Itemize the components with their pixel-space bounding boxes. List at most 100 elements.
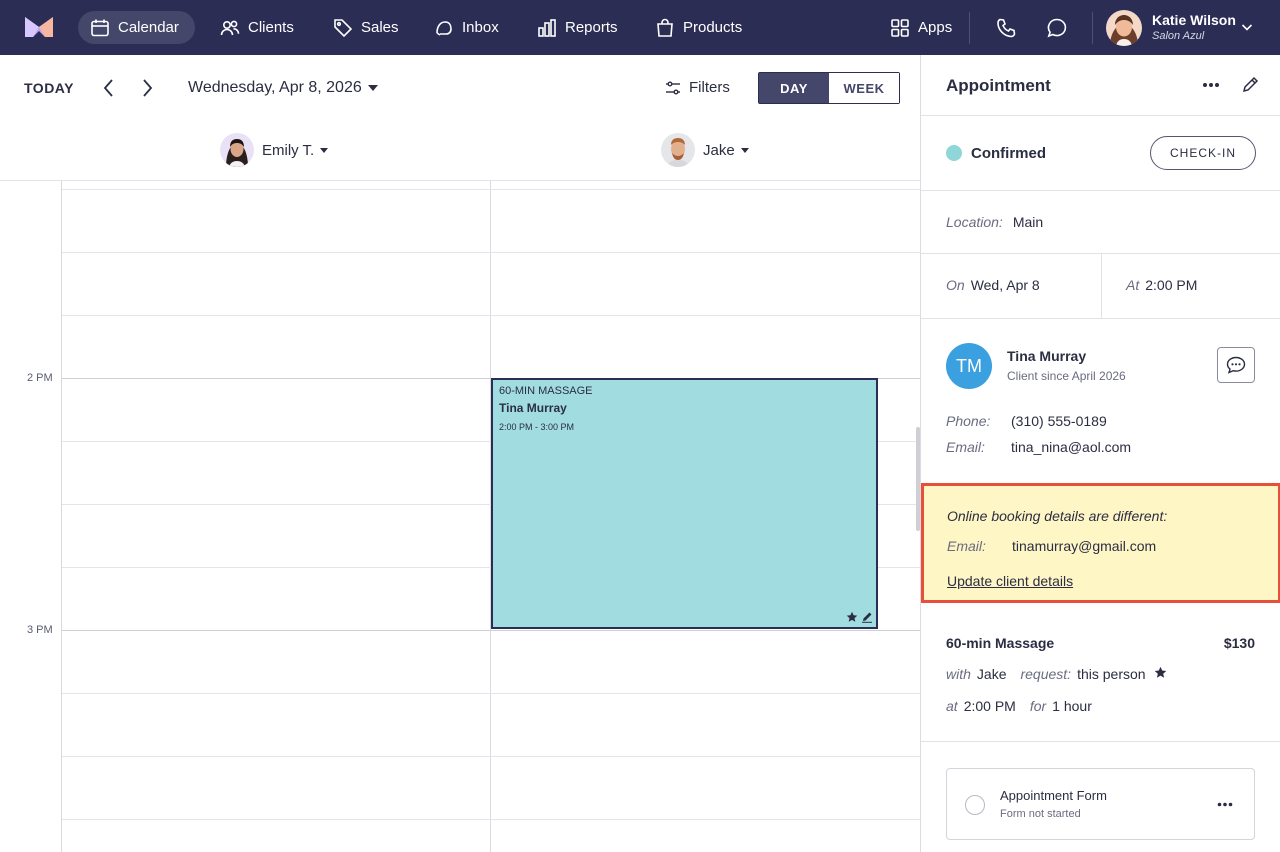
appointment-block[interactable]: 60-MIN MASSAGE Tina Murray 2:00 PM - 3:0… bbox=[491, 378, 878, 629]
client-since: Client since April 2026 bbox=[1007, 369, 1126, 383]
divider bbox=[921, 115, 1280, 116]
view-day-button[interactable]: DAY bbox=[759, 73, 829, 103]
phone-label: Phone: bbox=[946, 413, 991, 429]
nav-reports[interactable]: Reports bbox=[525, 11, 634, 44]
staff-column-header-emily[interactable]: Emily T. bbox=[220, 133, 329, 167]
service-name[interactable]: 60-min Massage bbox=[946, 635, 1054, 651]
service-staff-row: with Jake request: this person bbox=[946, 666, 1167, 682]
nav-clients[interactable]: Clients bbox=[208, 11, 310, 44]
time-label: 3 PM bbox=[27, 624, 53, 636]
service-at-value: 2:00 PM bbox=[963, 698, 1016, 714]
grid-line bbox=[62, 252, 920, 253]
user-photo bbox=[1106, 10, 1142, 46]
inbox-icon bbox=[436, 20, 452, 36]
chevron-left-icon[interactable] bbox=[98, 77, 120, 99]
nav-sales[interactable]: Sales bbox=[321, 11, 415, 44]
nav-apps-label: Apps bbox=[918, 19, 953, 36]
top-navigation-bar: Calendar Clients Sales Inbox Reports Pro… bbox=[0, 0, 1280, 55]
with-value: Jake bbox=[976, 666, 1007, 682]
service-at-label: at bbox=[946, 698, 958, 714]
update-client-details-link[interactable]: Update client details bbox=[947, 573, 1073, 589]
user-salon: Salon Azul bbox=[1152, 30, 1205, 42]
request-value: this person bbox=[1077, 666, 1146, 682]
staff-avatar bbox=[220, 133, 254, 167]
nav-products[interactable]: Products bbox=[643, 11, 758, 44]
calendar-icon bbox=[91, 19, 109, 36]
phone-value[interactable]: (310) 555-0189 bbox=[1011, 413, 1107, 429]
location-row: Location: Main bbox=[946, 214, 1043, 230]
view-week-button[interactable]: WEEK bbox=[829, 73, 899, 103]
date-picker[interactable]: Wednesday, Apr 8, 2026 bbox=[188, 79, 378, 97]
nav-clients-label: Clients bbox=[248, 19, 294, 36]
client-avatar[interactable]: TM bbox=[946, 343, 992, 389]
location-label: Location: bbox=[946, 214, 1003, 230]
appointment-form-card[interactable]: Appointment Form Form not started bbox=[946, 768, 1255, 840]
service-for-label: for bbox=[1029, 698, 1047, 714]
time-row[interactable]: At 2:00 PM bbox=[1126, 277, 1197, 293]
clients-icon bbox=[220, 20, 240, 35]
request-label: request: bbox=[1020, 666, 1072, 682]
nav-apps[interactable]: Apps bbox=[878, 11, 968, 44]
user-avatar[interactable] bbox=[1106, 10, 1142, 46]
pencil-icon[interactable] bbox=[861, 611, 873, 623]
grid-line bbox=[62, 189, 920, 190]
email-row: Email: tina_nina@aol.com bbox=[946, 439, 1131, 455]
at-label: At bbox=[1126, 277, 1140, 293]
appointment-status[interactable]: Confirmed bbox=[971, 145, 1046, 162]
appointment-time: 2:00 PM - 3:00 PM bbox=[499, 422, 575, 432]
caret-down-icon bbox=[367, 85, 378, 91]
panel-title: Appointment bbox=[946, 76, 1051, 95]
staff-name: Jake bbox=[703, 141, 735, 159]
tag-icon bbox=[334, 18, 353, 37]
phone-icon[interactable] bbox=[995, 17, 1017, 39]
star-icon bbox=[1154, 666, 1166, 678]
appointment-service: 60-MIN MASSAGE bbox=[499, 385, 593, 397]
grid-line bbox=[62, 315, 920, 316]
appointment-details-panel: Appointment Confirmed CHECK-IN Location:… bbox=[920, 55, 1280, 852]
service-for-value: 1 hour bbox=[1052, 698, 1092, 714]
pencil-icon[interactable] bbox=[1241, 76, 1259, 94]
nav-calendar-label: Calendar bbox=[118, 19, 179, 36]
calendar-grid[interactable]: 2 PM 3 PM 60-MIN MASSAGE Tina Murray 2:0… bbox=[0, 180, 920, 852]
user-name[interactable]: Katie Wilson bbox=[1152, 12, 1236, 28]
nav-divider bbox=[969, 12, 970, 44]
nav-calendar[interactable]: Calendar bbox=[78, 11, 195, 44]
service-price: $130 bbox=[1223, 635, 1255, 651]
on-value: Wed, Apr 8 bbox=[970, 277, 1040, 293]
form-status-circle-icon bbox=[965, 795, 985, 815]
view-toggle: DAY WEEK bbox=[758, 72, 900, 104]
grid-line bbox=[62, 819, 920, 820]
nav-inbox-label: Inbox bbox=[462, 19, 499, 36]
chevron-right-icon[interactable] bbox=[136, 77, 158, 99]
date-row[interactable]: On Wed, Apr 8 bbox=[946, 277, 1040, 293]
chevron-down-icon[interactable] bbox=[1240, 20, 1254, 34]
divider bbox=[1101, 254, 1102, 318]
form-name: Appointment Form bbox=[1000, 788, 1107, 803]
notice-email-label: Email: bbox=[947, 538, 986, 554]
chat-bubble-icon[interactable] bbox=[1046, 17, 1068, 39]
today-button[interactable]: TODAY bbox=[24, 80, 74, 96]
client-name[interactable]: Tina Murray bbox=[1007, 348, 1086, 364]
current-date: Wednesday, Apr 8, 2026 bbox=[188, 79, 362, 96]
app-logo[interactable] bbox=[25, 17, 53, 37]
staff-name: Emily T. bbox=[262, 141, 315, 159]
shopping-bag-icon bbox=[657, 18, 673, 37]
apps-grid-icon bbox=[891, 18, 909, 37]
notice-email-row: Email: tinamurray@gmail.com bbox=[947, 538, 1156, 554]
location-value: Main bbox=[1012, 214, 1044, 230]
nav-inbox[interactable]: Inbox bbox=[422, 11, 515, 44]
more-options-icon[interactable] bbox=[1202, 82, 1220, 88]
on-label: On bbox=[946, 277, 965, 293]
status-indicator bbox=[946, 145, 962, 161]
email-value[interactable]: tina_nina@aol.com bbox=[1011, 439, 1131, 455]
message-client-button[interactable] bbox=[1217, 347, 1255, 383]
staff-avatar bbox=[661, 133, 695, 167]
filters-button[interactable]: Filters bbox=[665, 79, 730, 96]
staff-column-header-jake[interactable]: Jake bbox=[661, 133, 749, 167]
caret-down-icon bbox=[740, 147, 749, 153]
chat-bubble-icon bbox=[1226, 356, 1246, 374]
appointment-client: Tina Murray bbox=[499, 401, 567, 415]
time-column-border bbox=[61, 181, 62, 852]
more-options-icon[interactable] bbox=[1217, 802, 1233, 807]
check-in-button[interactable]: CHECK-IN bbox=[1150, 136, 1256, 170]
